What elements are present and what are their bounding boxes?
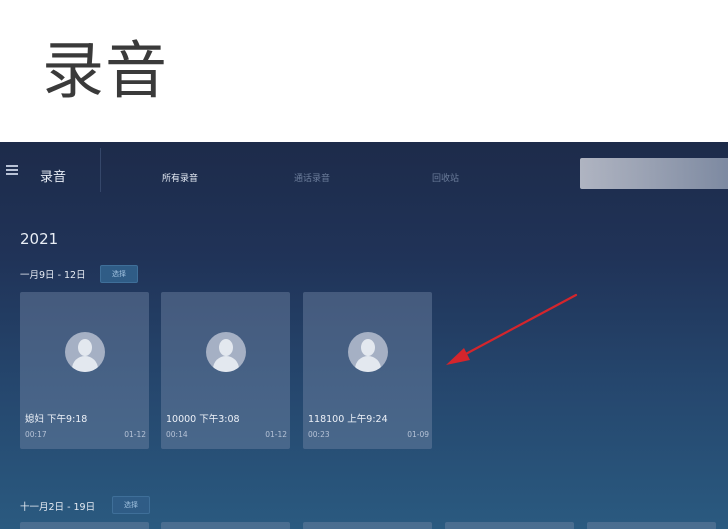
select-button[interactable]: 选择 — [100, 265, 138, 283]
recording-card[interactable] — [303, 522, 432, 529]
annotation-arrow-head — [446, 348, 470, 365]
recording-date: 01-12 — [265, 430, 287, 439]
recording-name: 10000 下午3:08 — [166, 414, 240, 425]
top-bar: 录音 所有录音 通话录音 回收站 — [0, 142, 728, 194]
recording-card[interactable]: 媳妇 下午9:18 00:17 01-12 — [20, 292, 149, 449]
recording-duration: 00:23 — [308, 430, 330, 439]
recording-name: 媳妇 下午9:18 — [25, 414, 88, 425]
recording-card[interactable] — [587, 522, 716, 529]
recording-card[interactable] — [161, 522, 290, 529]
app-title: 录音 — [40, 170, 67, 185]
date-group-label: 一月9日 - 12日 — [20, 270, 86, 281]
contact-avatar-icon — [206, 332, 246, 372]
year-heading: 2021 — [20, 230, 59, 248]
date-group-label: 十一月2日 - 19日 — [20, 502, 96, 513]
tab-all-recordings[interactable]: 所有录音 — [162, 171, 198, 184]
recording-duration: 00:17 — [25, 430, 47, 439]
tab-call-recordings[interactable]: 通话录音 — [294, 171, 330, 184]
contact-avatar-icon — [65, 332, 105, 372]
recording-duration: 00:14 — [166, 430, 188, 439]
recording-name: 118100 上午9:24 — [308, 414, 388, 425]
select-button[interactable]: 选择 — [112, 496, 150, 514]
search-input[interactable] — [580, 158, 728, 189]
recorder-app-window: 录音 所有录音 通话录音 回收站 2021 一月9日 - 12日 选择 媳妇 下… — [0, 142, 728, 529]
recording-date: 01-12 — [124, 430, 146, 439]
contact-avatar-icon — [348, 332, 388, 372]
recording-card[interactable] — [20, 522, 149, 529]
tab-recycle-bin[interactable]: 回收站 — [432, 171, 459, 184]
recording-card[interactable]: 10000 下午3:08 00:14 01-12 — [161, 292, 290, 449]
page-heading: 录音 — [42, 34, 169, 107]
title-divider — [100, 148, 101, 192]
recording-card[interactable] — [445, 522, 574, 529]
recording-card[interactable]: 118100 上午9:24 00:23 01-09 — [303, 292, 432, 449]
hamburger-menu-icon[interactable] — [6, 165, 18, 175]
annotation-arrow-shaft — [460, 293, 578, 358]
recording-date: 01-09 — [407, 430, 429, 439]
